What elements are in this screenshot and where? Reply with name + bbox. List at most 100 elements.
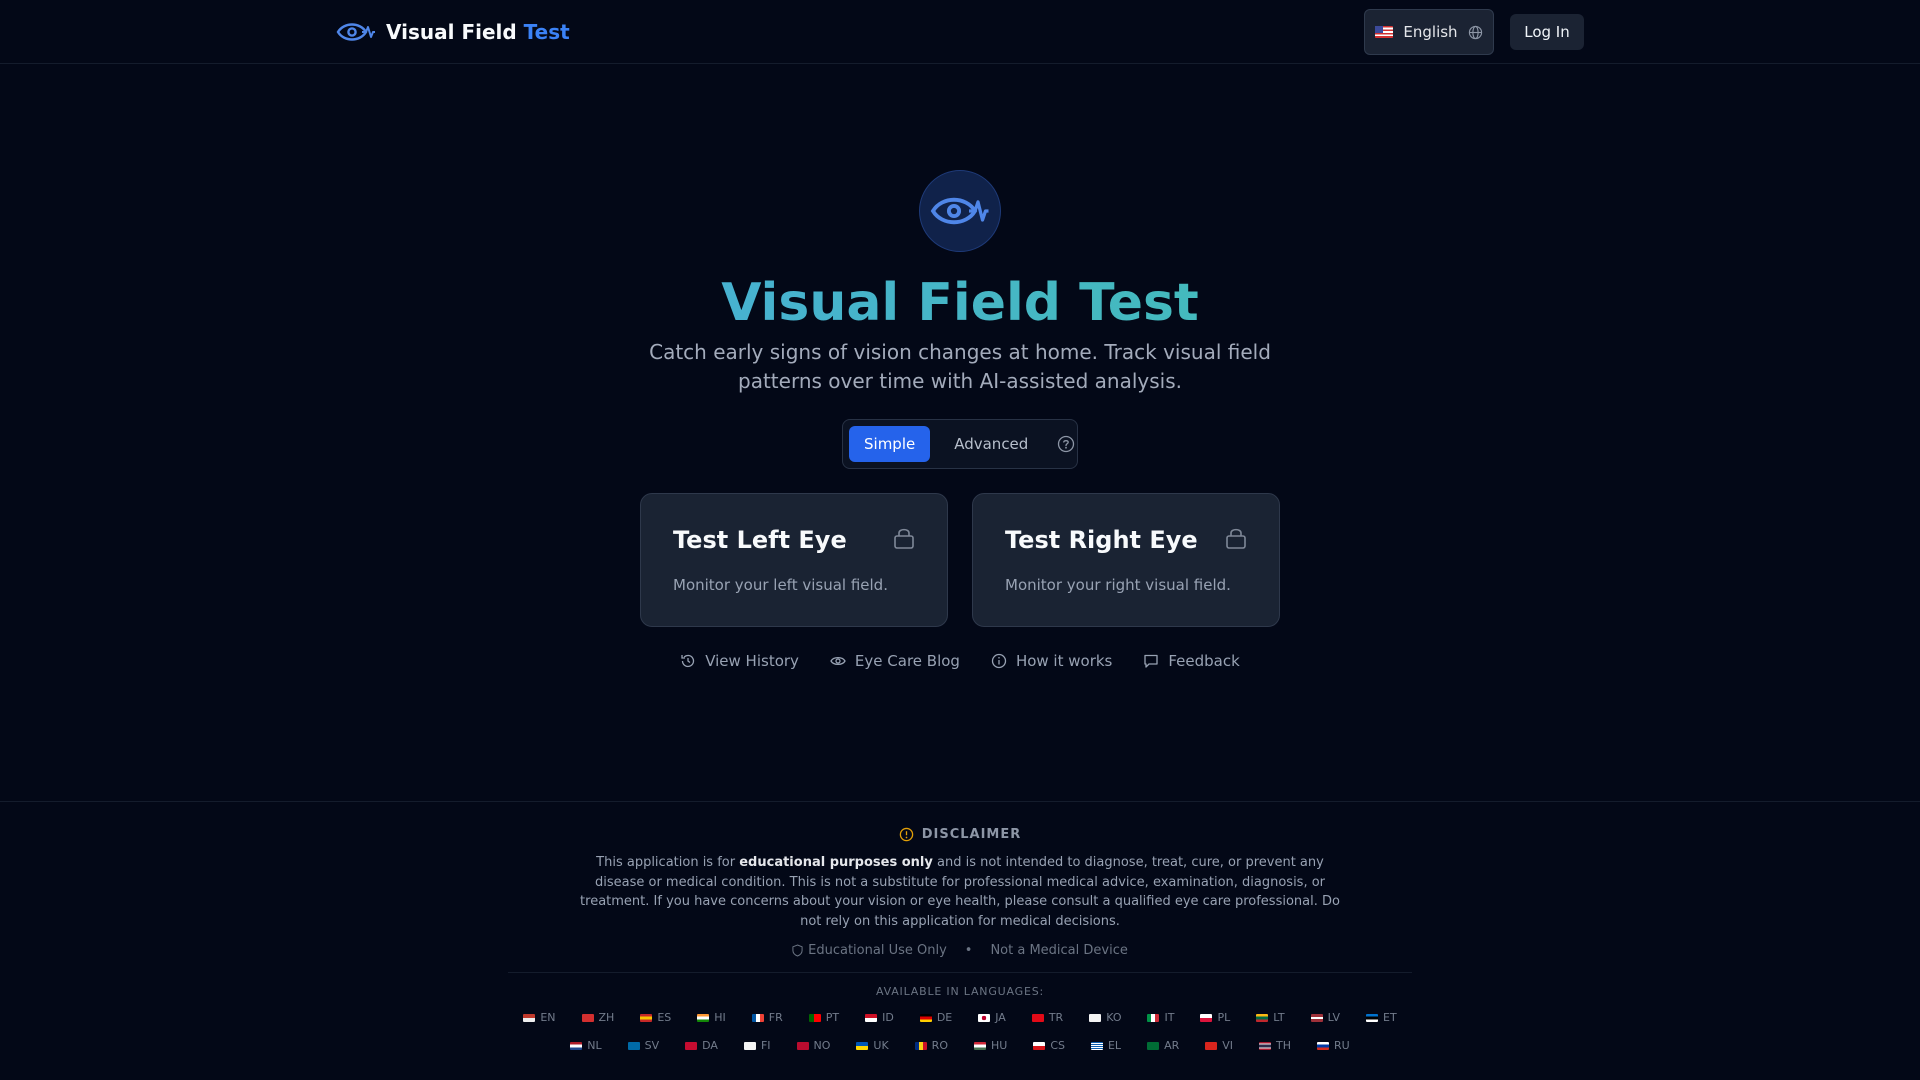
language-code: RU [1334,1039,1350,1052]
fi-flag-icon [743,1041,756,1050]
sv-flag-icon [627,1041,640,1050]
language-code: PL [1217,1011,1231,1024]
language-option-sv[interactable]: SV [627,1039,660,1052]
hero-eye-pulse-icon [919,170,1001,252]
language-code: FR [768,1011,783,1024]
language-option-pt[interactable]: PT [808,1011,840,1024]
language-code: NL [587,1039,602,1052]
language-option-hu[interactable]: HU [973,1039,1008,1052]
language-option-de[interactable]: DE [919,1011,952,1024]
language-option-it[interactable]: IT [1147,1011,1174,1024]
language-code: EN [540,1011,556,1024]
language-code: PT [825,1011,840,1024]
cs-flag-icon [1033,1041,1046,1050]
language-option-ko[interactable]: KO [1089,1011,1121,1024]
hu-flag-icon [973,1041,986,1050]
language-option-id[interactable]: ID [865,1011,894,1024]
language-option-uk[interactable]: UK [856,1039,889,1052]
uk-flag-icon [856,1041,869,1050]
language-code: CS [1050,1039,1065,1052]
eye-pulse-icon [336,18,376,46]
card-title: Test Left Eye [673,526,847,554]
language-code: SV [644,1039,660,1052]
language-option-et[interactable]: ET [1366,1011,1397,1024]
id-flag-icon [865,1013,878,1022]
lock-icon [893,526,915,550]
mode-advanced-button[interactable]: Advanced [939,426,1043,462]
language-code: ID [882,1011,894,1024]
ro-flag-icon [914,1041,927,1050]
hero-subtitle: Catch early signs of vision changes at h… [649,340,1271,393]
language-code: VI [1222,1039,1234,1052]
disclaimer-heading-text: DISCLAIMER [921,826,1022,842]
language-code: RO [931,1039,948,1052]
disclaimer-heading: DISCLAIMER [0,825,1920,843]
de-flag-icon [919,1013,932,1022]
lock-icon [1225,526,1247,550]
view-history-link[interactable]: View History [680,650,799,672]
ja-flag-icon [978,1013,991,1022]
language-code: ET [1383,1011,1397,1024]
language-code: EL [1107,1039,1122,1052]
language-selector-button[interactable]: English [1364,9,1494,55]
question-circle-icon[interactable] [1057,435,1075,453]
eye-care-blog-link[interactable]: Eye Care Blog [830,650,960,672]
language-option-no[interactable]: NO [796,1039,830,1052]
vi-flag-icon [1205,1041,1218,1050]
brand-logo[interactable]: Visual Field Test [336,16,570,48]
footer-divider [0,801,1920,802]
how-it-works-link[interactable]: How it works [991,650,1112,672]
language-option-ar[interactable]: AR [1147,1039,1179,1052]
language-option-lt[interactable]: LT [1256,1011,1285,1024]
es-flag-icon [640,1013,653,1022]
language-option-cs[interactable]: CS [1033,1039,1065,1052]
pl-flag-icon [1200,1013,1213,1022]
en-flag-icon [523,1013,536,1022]
educational-badge: Educational Use Only [792,943,947,958]
mode-toggle: Simple Advanced [842,419,1078,469]
language-option-en[interactable]: EN [523,1011,556,1024]
globe-icon [1468,25,1483,40]
feedback-link[interactable]: Feedback [1143,650,1240,672]
language-option-th[interactable]: TH [1259,1039,1291,1052]
language-code: FI [760,1039,771,1052]
language-option-fr[interactable]: FR [751,1011,783,1024]
languages-divider [508,972,1412,973]
language-option-ja[interactable]: JA [978,1011,1006,1024]
test-left-eye-card[interactable]: Test Left Eye Monitor your left visual f… [640,493,948,627]
login-button[interactable]: Log In [1510,14,1584,50]
history-icon [681,654,695,668]
top-header: Visual Field Test English Log In [0,0,1920,64]
language-list-row-2: NL SV DA FI NO UK RO HU CS EL AR VI TH RU [0,1039,1920,1052]
language-option-es[interactable]: ES [640,1011,671,1024]
message-square-icon [1144,654,1159,668]
lv-flag-icon [1310,1013,1323,1022]
language-option-lv[interactable]: LV [1310,1011,1341,1024]
hi-flag-icon [697,1013,710,1022]
language-option-el[interactable]: EL [1090,1039,1122,1052]
el-flag-icon [1090,1041,1103,1050]
language-code: JA [995,1011,1006,1024]
language-code: HU [990,1039,1008,1052]
language-list-row-1: EN ZH ES HI FR PT ID DE JA TR KO IT PL LT LV ET [0,1011,1920,1024]
language-option-vi[interactable]: VI [1205,1039,1233,1052]
language-option-fi[interactable]: FI [743,1039,771,1052]
language-option-zh[interactable]: ZH [581,1011,614,1024]
language-option-ru[interactable]: RU [1317,1039,1350,1052]
card-description: Monitor your left visual field. [673,576,888,594]
tr-flag-icon [1031,1013,1044,1022]
disclaimer-text: This application is for educational purp… [580,855,1340,929]
disclaimer-badges: Educational Use Only • Not a Medical Dev… [0,943,1920,958]
language-code: UK [873,1039,889,1052]
language-option-da[interactable]: DA [685,1039,718,1052]
language-option-tr[interactable]: TR [1031,1011,1063,1024]
language-option-hi[interactable]: HI [697,1011,726,1024]
test-right-eye-card[interactable]: Test Right Eye Monitor your right visual… [972,493,1280,627]
mode-simple-button[interactable]: Simple [849,426,931,462]
shield-icon [792,944,803,957]
language-option-pl[interactable]: PL [1200,1011,1230,1024]
nl-flag-icon [570,1041,583,1050]
language-option-ro[interactable]: RO [914,1039,948,1052]
language-code: LV [1327,1011,1341,1024]
language-option-nl[interactable]: NL [570,1039,602,1052]
